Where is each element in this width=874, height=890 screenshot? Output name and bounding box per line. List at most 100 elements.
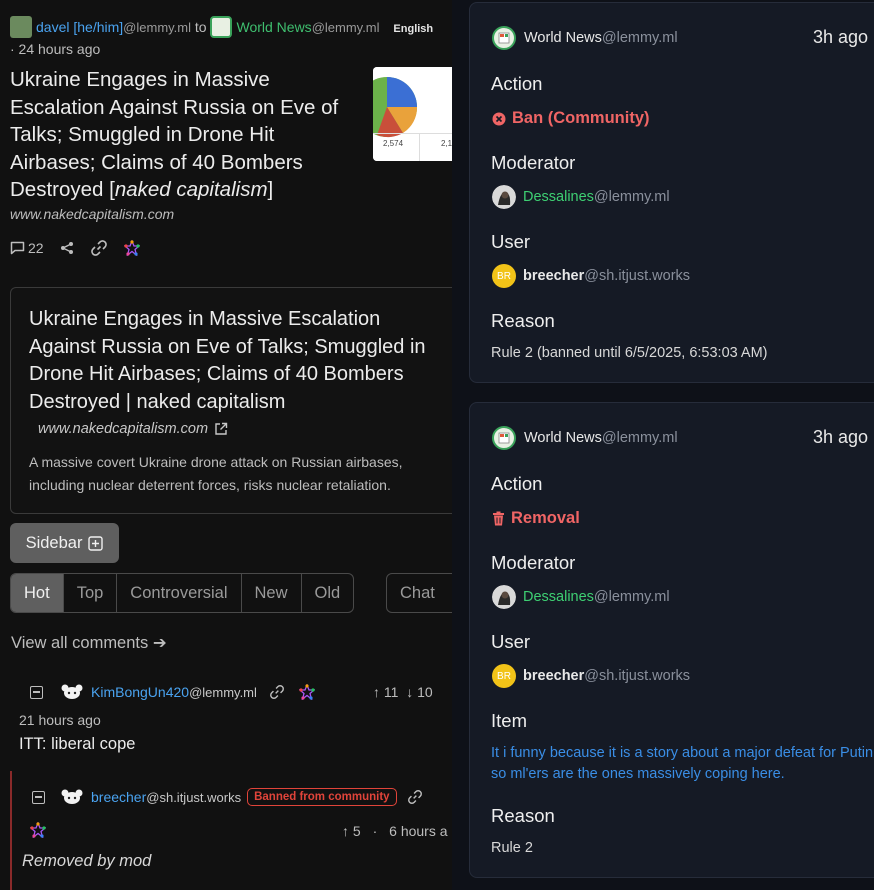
ban-icon: [492, 112, 506, 125]
embed-title[interactable]: Ukraine Engages in Massive Escalation Ag…: [29, 306, 449, 416]
comment-sort-tabs: Hot Top Controversial New Old: [10, 573, 355, 613]
user-avatar[interactable]: [59, 788, 85, 806]
link-icon[interactable]: [269, 684, 285, 700]
embed-description: A massive covert Ukraine drone attack on…: [29, 454, 403, 493]
sort-tab-new[interactable]: New: [242, 574, 302, 612]
action-value: Ban (Community): [492, 109, 650, 128]
federation-button[interactable]: [123, 240, 140, 256]
link-icon: [90, 240, 107, 256]
community-name: World News: [524, 30, 602, 46]
post-title[interactable]: Ukraine Engages in Massive Escalation Ag…: [10, 66, 360, 204]
user-name: breecher: [523, 668, 585, 684]
target-user[interactable]: BR breecher@sh.itjust.works: [492, 264, 690, 288]
action-label: Action: [491, 73, 543, 94]
modlog-entry: World News@lemmy.ml 3h ago Action Ban (C…: [469, 2, 874, 383]
link-embed-card[interactable]: Ukraine Engages in Massive Escalation Ag…: [10, 287, 452, 514]
post-pane: davel [he/him]@lemmy.ml to World News@le…: [0, 0, 452, 890]
action-value: Removal: [492, 509, 580, 528]
community-instance: @lemmy.ml: [311, 20, 380, 35]
comment-time: 6 hours a: [389, 823, 448, 839]
post-thumbnail[interactable]: 2,574 2,1: [373, 67, 452, 161]
banned-badge: Banned from community: [247, 788, 397, 806]
community-icon[interactable]: [210, 16, 233, 38]
language-badge: English: [393, 23, 434, 35]
community-name: World News: [524, 430, 602, 446]
embed-url-text: www.nakedcapitalism.com: [38, 421, 209, 437]
sidebar-label: Sidebar: [25, 533, 83, 552]
trash-icon: [493, 511, 504, 526]
author-link[interactable]: davel [he/him]: [36, 19, 123, 35]
moderator-avatar: [492, 185, 516, 209]
modlog-community[interactable]: World News@lemmy.ml: [492, 26, 678, 50]
post-actions: 22: [10, 238, 140, 258]
upvote-button[interactable]: ↑ 5: [342, 823, 361, 839]
embed-url[interactable]: www.nakedcapitalism.com: [38, 421, 228, 437]
moderator-label: Moderator: [491, 152, 576, 173]
modlog-pane: World News@lemmy.ml 3h ago Action Ban (C…: [452, 0, 874, 890]
comment-author-instance: @lemmy.ml: [189, 685, 257, 700]
modlog-time: 3h ago: [813, 27, 869, 47]
community-icon: [492, 26, 516, 50]
action-label: Action: [491, 473, 543, 494]
comment-author[interactable]: breecher: [91, 789, 146, 805]
target-user[interactable]: BR breecher@sh.itjust.works: [492, 664, 690, 688]
moderator[interactable]: Dessalines@lemmy.ml: [492, 185, 670, 209]
share-button[interactable]: [60, 241, 74, 255]
post-time: · 24 hours ago: [10, 41, 101, 57]
external-link-icon: [215, 422, 228, 435]
downvote-button[interactable]: ↓ 10: [406, 684, 432, 700]
sort-tab-top[interactable]: Top: [64, 574, 118, 612]
separator: ·: [372, 823, 378, 839]
reason-label: Reason: [491, 310, 555, 331]
fediverse-icon: [123, 240, 140, 256]
item-label: Item: [491, 710, 527, 731]
community-instance: @lemmy.ml: [601, 430, 678, 446]
sort-tab-old[interactable]: Old: [302, 574, 354, 612]
moderator[interactable]: Dessalines@lemmy.ml: [492, 585, 670, 609]
reason-label: Reason: [491, 805, 555, 826]
comment-count: 22: [28, 240, 44, 256]
sort-tab-controversial[interactable]: Controversial: [117, 574, 242, 612]
moderator-avatar: [492, 585, 516, 609]
sidebar-button[interactable]: Sidebar: [10, 523, 119, 563]
comment-time: 21 hours ago: [19, 712, 101, 728]
fediverse-icon[interactable]: [298, 684, 315, 700]
community-icon: [492, 426, 516, 450]
share-icon: [60, 242, 73, 254]
moderator-label: Moderator: [491, 552, 576, 573]
post-meta: davel [he/him]@lemmy.ml to World News@le…: [10, 16, 452, 40]
user-avatar[interactable]: [59, 683, 85, 701]
action-text: Ban (Community): [512, 109, 650, 127]
user-instance: @sh.itjust.works: [584, 268, 691, 284]
user-avatar: BR: [492, 264, 516, 288]
collapse-icon[interactable]: [32, 790, 45, 804]
collapse-icon[interactable]: [30, 685, 43, 699]
user-avatar: BR: [492, 664, 516, 688]
modlog-community[interactable]: World News@lemmy.ml: [492, 426, 678, 450]
comment-header: KimBongUn420@lemmy.ml: [30, 683, 315, 701]
link-button[interactable]: [90, 239, 108, 257]
comment-votes: ↑ 11 ↓ 10: [373, 684, 433, 700]
comment-author[interactable]: KimBongUn420: [91, 684, 189, 700]
comment-icon: [10, 241, 25, 255]
view-all-comments-link[interactable]: View all comments ➔: [11, 633, 167, 653]
fediverse-icon[interactable]: [30, 822, 46, 838]
community-link[interactable]: World News: [236, 19, 311, 35]
user-label: User: [491, 631, 531, 652]
sort-tab-hot[interactable]: Hot: [11, 574, 64, 612]
post-url[interactable]: www.nakedcapitalism.com: [10, 206, 174, 222]
link-icon[interactable]: [407, 789, 423, 805]
post-title-end: ]: [267, 178, 274, 201]
reason-text: Rule 2 (banned until 6/5/2025, 6:53:03 A…: [491, 345, 768, 361]
author-avatar[interactable]: [10, 16, 32, 38]
user-label: User: [491, 231, 531, 252]
comments-button[interactable]: 22: [10, 240, 44, 256]
comment-author-instance: @sh.itjust.works: [146, 790, 242, 805]
chat-view-button[interactable]: Chat: [386, 573, 452, 613]
upvote-button[interactable]: ↑ 11: [373, 684, 398, 700]
removed-notice: Removed by mod: [22, 852, 152, 870]
post-title-source: naked capitalism: [114, 178, 268, 201]
expand-plus-icon: [88, 535, 104, 551]
thumbnail-label-2: 2,1: [441, 139, 452, 148]
removed-item-link[interactable]: It i funny because it is a story about a…: [491, 743, 874, 785]
